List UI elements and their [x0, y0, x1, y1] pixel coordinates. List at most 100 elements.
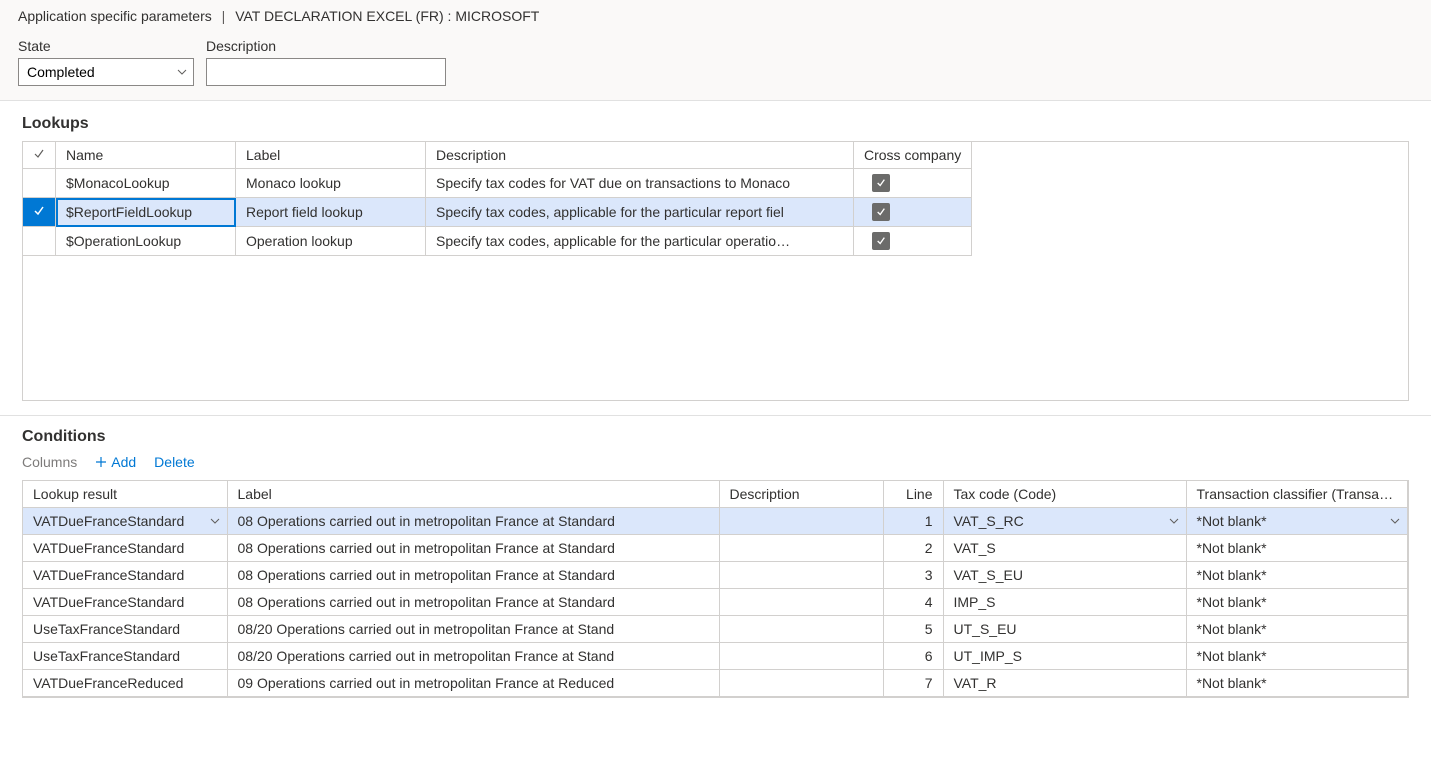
- state-select-wrap[interactable]: Completed: [18, 58, 194, 86]
- condition-label-cell[interactable]: 09 Operations carried out in metropolita…: [227, 670, 719, 697]
- condition-label-cell[interactable]: 08/20 Operations carried out in metropol…: [227, 616, 719, 643]
- conditions-title: Conditions: [22, 428, 1409, 446]
- tax-code-cell[interactable]: VAT_R: [943, 670, 1186, 697]
- conditions-header-label[interactable]: Label: [227, 481, 719, 508]
- condition-label-cell[interactable]: 08 Operations carried out in metropolita…: [227, 508, 719, 535]
- tax-code-cell[interactable]: VAT_S: [943, 535, 1186, 562]
- state-select[interactable]: Completed: [18, 58, 194, 86]
- lookup-result-cell[interactable]: UseTaxFranceStandard: [23, 616, 227, 643]
- lookup-label-cell[interactable]: Operation lookup: [236, 227, 426, 256]
- lookups-header-cross[interactable]: Cross company: [854, 142, 972, 169]
- table-row[interactable]: VATDueFranceReduced09 Operations carried…: [23, 670, 1408, 697]
- lookup-description-cell[interactable]: Specify tax codes for VAT due on transac…: [426, 169, 854, 198]
- add-button[interactable]: Add: [95, 454, 136, 470]
- tax-code-cell[interactable]: UT_IMP_S: [943, 643, 1186, 670]
- transaction-classifier-cell[interactable]: *Not blank*: [1186, 535, 1408, 562]
- line-cell[interactable]: 5: [883, 616, 943, 643]
- row-marker[interactable]: [23, 198, 56, 227]
- conditions-header-description[interactable]: Description: [719, 481, 883, 508]
- condition-label-cell[interactable]: 08 Operations carried out in metropolita…: [227, 535, 719, 562]
- condition-label-cell[interactable]: 08/20 Operations carried out in metropol…: [227, 643, 719, 670]
- tax-code-cell[interactable]: UT_S_EU: [943, 616, 1186, 643]
- lookup-result-cell[interactable]: VATDueFranceStandard: [23, 562, 227, 589]
- lookup-name-cell[interactable]: $ReportFieldLookup: [56, 198, 236, 227]
- condition-description-cell[interactable]: [719, 562, 883, 589]
- line-cell[interactable]: 2: [883, 535, 943, 562]
- line-cell[interactable]: 7: [883, 670, 943, 697]
- chevron-down-icon: [209, 515, 221, 527]
- cross-company-cell[interactable]: [854, 169, 972, 198]
- lookup-result-cell[interactable]: VATDueFranceReduced: [23, 670, 227, 697]
- lookup-label-cell[interactable]: Monaco lookup: [236, 169, 426, 198]
- table-row[interactable]: $OperationLookupOperation lookupSpecify …: [23, 227, 972, 256]
- transaction-classifier-cell[interactable]: *Not blank*: [1186, 562, 1408, 589]
- condition-description-cell[interactable]: [719, 616, 883, 643]
- table-row[interactable]: VATDueFranceStandard08 Operations carrie…: [23, 535, 1408, 562]
- table-row[interactable]: UseTaxFranceStandard08/20 Operations car…: [23, 643, 1408, 670]
- tax-code-cell[interactable]: IMP_S: [943, 589, 1186, 616]
- lookup-label-cell[interactable]: Report field lookup: [236, 198, 426, 227]
- header-fields: State Completed Description: [18, 38, 1413, 86]
- table-row[interactable]: VATDueFranceStandard08 Operations carrie…: [23, 508, 1408, 535]
- lookup-result-cell[interactable]: UseTaxFranceStandard: [23, 643, 227, 670]
- row-marker[interactable]: [23, 227, 56, 256]
- lookup-result-cell[interactable]: VATDueFranceStandard: [23, 589, 227, 616]
- conditions-header-classifier[interactable]: Transaction classifier (Transacti…: [1186, 481, 1408, 508]
- chevron-down-icon: [1168, 515, 1180, 527]
- conditions-header-lookup[interactable]: Lookup result: [23, 481, 227, 508]
- lookup-result-cell[interactable]: VATDueFranceStandard: [23, 535, 227, 562]
- conditions-section: Conditions Columns Add Delete Lookup res…: [0, 416, 1431, 704]
- description-input[interactable]: [206, 58, 446, 86]
- transaction-classifier-cell[interactable]: *Not blank*: [1186, 643, 1408, 670]
- condition-label-cell[interactable]: 08 Operations carried out in metropolita…: [227, 589, 719, 616]
- add-button-label: Add: [111, 454, 136, 470]
- checkbox-checked-icon[interactable]: [872, 174, 890, 192]
- conditions-header-line[interactable]: Line: [883, 481, 943, 508]
- table-row[interactable]: UseTaxFranceStandard08/20 Operations car…: [23, 616, 1408, 643]
- lookups-header-label[interactable]: Label: [236, 142, 426, 169]
- tax-code-cell[interactable]: VAT_S_EU: [943, 562, 1186, 589]
- line-cell[interactable]: 1: [883, 508, 943, 535]
- transaction-classifier-cell[interactable]: *Not blank*: [1186, 670, 1408, 697]
- transaction-classifier-cell[interactable]: *Not blank*: [1186, 589, 1408, 616]
- line-cell[interactable]: 3: [883, 562, 943, 589]
- state-label: State: [18, 38, 194, 54]
- columns-button[interactable]: Columns: [22, 454, 77, 470]
- transaction-classifier-cell[interactable]: *Not blank*: [1186, 616, 1408, 643]
- delete-button[interactable]: Delete: [154, 454, 194, 470]
- cross-company-cell[interactable]: [854, 198, 972, 227]
- checkmark-icon: [33, 205, 45, 217]
- condition-label-cell[interactable]: 08 Operations carried out in metropolita…: [227, 562, 719, 589]
- lookups-table-container: Name Label Description Cross company $Mo…: [22, 141, 1409, 401]
- table-row[interactable]: $ReportFieldLookupReport field lookupSpe…: [23, 198, 972, 227]
- line-cell[interactable]: 6: [883, 643, 943, 670]
- checkbox-checked-icon[interactable]: [872, 232, 890, 250]
- condition-description-cell[interactable]: [719, 589, 883, 616]
- table-row[interactable]: VATDueFranceStandard08 Operations carrie…: [23, 562, 1408, 589]
- table-row[interactable]: VATDueFranceStandard08 Operations carrie…: [23, 589, 1408, 616]
- lookups-header-description[interactable]: Description: [426, 142, 854, 169]
- tax-code-cell[interactable]: VAT_S_RC: [943, 508, 1186, 535]
- table-row[interactable]: $MonacoLookupMonaco lookupSpecify tax co…: [23, 169, 972, 198]
- lookup-name-cell[interactable]: $MonacoLookup: [56, 169, 236, 198]
- condition-description-cell[interactable]: [719, 535, 883, 562]
- lookups-table: Name Label Description Cross company $Mo…: [23, 142, 972, 256]
- lookup-description-cell[interactable]: Specify tax codes, applicable for the pa…: [426, 227, 854, 256]
- lookups-header-marker[interactable]: [23, 142, 56, 169]
- lookup-description-cell[interactable]: Specify tax codes, applicable for the pa…: [426, 198, 854, 227]
- row-marker[interactable]: [23, 169, 56, 198]
- lookup-result-cell[interactable]: VATDueFranceStandard: [23, 508, 227, 535]
- description-label: Description: [206, 38, 446, 54]
- condition-description-cell[interactable]: [719, 670, 883, 697]
- condition-description-cell[interactable]: [719, 643, 883, 670]
- conditions-header-taxcode[interactable]: Tax code (Code): [943, 481, 1186, 508]
- conditions-table-container: Lookup result Label Description Line Tax…: [22, 480, 1409, 698]
- checkbox-checked-icon[interactable]: [872, 203, 890, 221]
- line-cell[interactable]: 4: [883, 589, 943, 616]
- cross-company-cell[interactable]: [854, 227, 972, 256]
- lookups-header-name[interactable]: Name: [56, 142, 236, 169]
- lookup-name-cell[interactable]: $OperationLookup: [56, 227, 236, 256]
- condition-description-cell[interactable]: [719, 508, 883, 535]
- transaction-classifier-cell[interactable]: *Not blank*: [1186, 508, 1408, 535]
- conditions-toolbar: Columns Add Delete: [22, 454, 1409, 470]
